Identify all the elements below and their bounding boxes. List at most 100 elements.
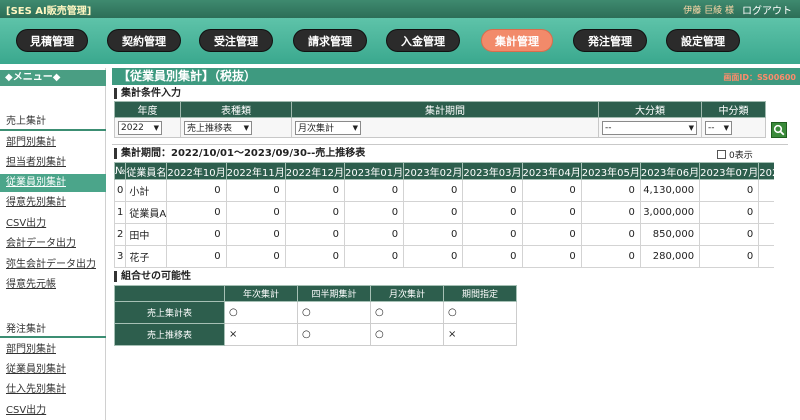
amount-cell: 0 (699, 201, 760, 224)
amount-cell: 0 (580, 179, 641, 202)
amount-cell: 0 (166, 201, 227, 224)
combination-cell: ○ (370, 323, 444, 346)
amount-cell: 0 (403, 201, 464, 224)
sidebar-item-sales-person[interactable]: 担当者別集計 (0, 154, 106, 172)
row-index: 2 (114, 223, 127, 246)
col-header: 2022年11月 (225, 162, 286, 180)
table-type-select-value: 売上推移表 (187, 124, 233, 134)
nav-billing[interactable]: 請求管理 (293, 29, 367, 52)
nav-purchase[interactable]: 発注管理 (573, 29, 647, 52)
sidebar-item-order-supplier[interactable]: 仕入先別集計 (0, 381, 106, 399)
table-type-select[interactable]: 売上推移表 ▼ (184, 120, 252, 135)
results-scroll-area[interactable]: № 従業員名 2022年10月 2022年11月 2022年12月 2023年0… (114, 162, 774, 268)
amount-cell: 0 (166, 179, 227, 202)
col-header: 従業員名 (125, 162, 168, 180)
period-select-value: 月次集計 (298, 124, 335, 134)
col-header: 2023年05月 (580, 162, 641, 180)
chevron-down-icon: ▼ (723, 123, 729, 132)
amount-cell: 0 (580, 223, 641, 246)
sidebar-item-sales-customer[interactable]: 得意先別集計 (0, 194, 106, 212)
user-name: 伊藤 巨綾 様 (683, 6, 734, 16)
amount-cell: 0 (225, 201, 286, 224)
amount-cell: 4,130,000 (639, 179, 701, 202)
chevron-down-icon: ▼ (243, 123, 249, 132)
sidebar-item-order-department[interactable]: 部門別集計 (0, 341, 106, 359)
screen-id: 画面ID：SS00600 (723, 73, 796, 82)
sidebar-item-yayoi-export[interactable]: 弥生会計データ出力 (0, 256, 106, 274)
minor-category-select-value: -- (708, 122, 715, 133)
major-category-select[interactable]: -- ▼ (602, 120, 697, 135)
minor-category-select[interactable]: -- ▼ (705, 120, 732, 135)
user-area: 伊藤 巨綾 様 ログアウト (683, 2, 792, 17)
results-header-row: № 従業員名 2022年10月 2022年11月 2022年12月 2023年0… (114, 162, 774, 180)
nav-payment[interactable]: 入金管理 (386, 29, 460, 52)
amount-cell: 0 (462, 223, 523, 246)
col-header: 2022年10月 (166, 162, 227, 180)
zero-display-checkbox[interactable] (717, 150, 726, 159)
page-title: 【従業員別集計】（税抜） (118, 69, 257, 83)
sidebar: ◆メニュー◆ 売上集計 部門別集計 担当者別集計 従業員別集計 得意先別集計 C… (0, 68, 106, 420)
amount-cell (758, 245, 774, 268)
table-row: 2 田中 0 0 0 0 0 0 0 0 850,000 0 (114, 223, 774, 246)
period-header: 集計期間 (291, 101, 599, 118)
chevron-down-icon: ▼ (153, 123, 159, 132)
zero-display-toggle: 0表示 (717, 148, 753, 161)
sidebar-divider (0, 336, 106, 338)
nav-aggregation[interactable]: 集計管理 (481, 29, 553, 52)
col-header: 2023年06月 (639, 162, 701, 180)
amount-cell: 0 (284, 245, 345, 268)
combination-cell: ○ (297, 301, 371, 324)
amount-cell: 3,000,000 (639, 201, 701, 224)
amount-cell: 0 (225, 245, 286, 268)
sidebar-item-order-employee[interactable]: 従業員別集計 (0, 361, 106, 379)
chevron-down-icon: ▼ (688, 123, 694, 132)
amount-cell: 0 (462, 245, 523, 268)
nav-order[interactable]: 受注管理 (199, 29, 273, 52)
col-header: 2023年01月 (343, 162, 405, 180)
conditions-label: 集計条件入力 (114, 88, 181, 99)
sidebar-item-accounting-export[interactable]: 会計データ出力 (0, 235, 106, 253)
nav-contract[interactable]: 契約管理 (107, 29, 181, 52)
amount-cell: 0 (166, 245, 227, 268)
col-header: 2023年04月 (521, 162, 582, 180)
nav-settings[interactable]: 設定管理 (666, 29, 740, 52)
amount-cell: 0 (225, 223, 286, 246)
amount-cell: 0 (403, 223, 464, 246)
amount-cell: 0 (699, 179, 760, 202)
conditions-table: 年度 表種類 集計期間 大分類 中分類 2022 ▼ 売上推移表 ▼ 月次集計 … (114, 101, 766, 138)
search-button[interactable] (771, 122, 787, 138)
row-header: 売上集計表 (114, 301, 225, 324)
amount-cell: 0 (521, 201, 582, 224)
amount-cell: 0 (284, 179, 345, 202)
col-header: 月次集計 (370, 285, 444, 302)
sidebar-item-sales-csv[interactable]: CSV出力 (0, 215, 106, 233)
employee-name: 従業員A (125, 201, 168, 224)
amount-cell: 0 (580, 245, 641, 268)
amount-cell: 850,000 (639, 223, 701, 246)
results-table: № 従業員名 2022年10月 2022年11月 2022年12月 2023年0… (114, 162, 774, 268)
chevron-down-icon: ▼ (352, 123, 358, 132)
sidebar-item-sales-department[interactable]: 部門別集計 (0, 134, 106, 152)
minor-category-cell: -- ▼ (701, 117, 766, 138)
minor-category-header: 中分類 (701, 101, 766, 118)
amount-cell: 0 (521, 179, 582, 202)
col-header: 2023年0 (758, 162, 774, 180)
logout-link[interactable]: ログアウト (742, 2, 792, 17)
major-category-header: 大分類 (598, 101, 702, 118)
sidebar-item-customer-ledger[interactable]: 得意先元帳 (0, 276, 106, 294)
table-row: 0 小計 0 0 0 0 0 0 0 0 4,130,000 0 (114, 179, 774, 202)
sidebar-menu-title: ◆メニュー◆ (0, 70, 106, 86)
combination-cell: ○ (297, 323, 371, 346)
combination-cell: × (224, 323, 298, 346)
nav-estimate[interactable]: 見積管理 (16, 29, 88, 52)
sidebar-item-sales-employee[interactable]: 従業員別集計 (0, 174, 106, 192)
year-select[interactable]: 2022 ▼ (118, 120, 162, 135)
zero-display-label: 0表示 (729, 151, 753, 161)
col-header: 四半期集計 (297, 285, 371, 302)
col-header: 2023年07月 (699, 162, 760, 180)
table-row: 売上集計表 ○ ○ ○ ○ (114, 301, 517, 324)
col-header: 2022年12月 (284, 162, 345, 180)
table-row: 売上推移表 × ○ ○ × (114, 323, 517, 346)
sidebar-item-order-csv[interactable]: CSV出力 (0, 402, 106, 420)
period-select[interactable]: 月次集計 ▼ (295, 120, 361, 135)
